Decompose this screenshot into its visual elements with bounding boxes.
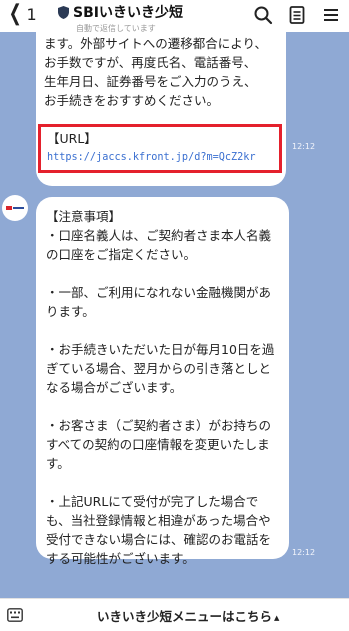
- avatar[interactable]: [2, 195, 28, 221]
- rich-menu-bar[interactable]: いきいき少短メニューはこちら ▲: [0, 598, 349, 631]
- chat-title: SBIいきいき少短: [73, 5, 183, 21]
- triangle-up-icon: ▲: [274, 613, 280, 622]
- url-label: 【URL】: [47, 131, 97, 146]
- message-line: お手続きをおすすめください。: [44, 93, 220, 108]
- back-button[interactable]: ❮ 1: [6, 3, 37, 25]
- message-line: ます。外部サイトへの遷移都合により、: [44, 36, 268, 51]
- notes-icon[interactable]: [287, 5, 307, 25]
- sbi-logo-icon: [6, 206, 24, 210]
- chat-title-area[interactable]: SBIいきいき少短 自動で返信しています: [58, 2, 183, 34]
- message-bubble: 【注意事項】 ・口座名義人は、ご契約者さま本人名義の口座をご指定ください。 ・一…: [36, 197, 289, 566]
- message-paragraph: ・一部、ご利用になれない金融機関があります。: [46, 285, 272, 319]
- message-time: 12:12: [292, 142, 316, 151]
- message-paragraph: ・お客さま（ご契約者さま）がお持ちのすべての契約の口座情報を変更いたします。: [46, 418, 272, 471]
- message-time: 12:12: [292, 548, 316, 557]
- search-icon[interactable]: [253, 5, 273, 25]
- chat-header: ❮ 1 SBIいきいき少短 自動で返信しています: [0, 0, 349, 34]
- url-link[interactable]: https://jaccs.kfront.jp/d?m=QcZ2kr: [47, 148, 275, 167]
- url-highlight-box: 【URL】 https://jaccs.kfront.jp/d?m=QcZ2kr: [38, 124, 282, 173]
- message-paragraph: ・上記URLにて受付が完了した場合でも、当社登録情報と相違があった場合や受付でき…: [46, 494, 272, 566]
- rich-menu-label: いきいき少短メニューはこちら: [97, 609, 273, 624]
- message-paragraph: 【注意事項】 ・口座名義人は、ご契約者さま本人名義の口座をご指定ください。: [46, 209, 272, 262]
- keyboard-icon[interactable]: [7, 608, 23, 622]
- message-bubble: ます。外部サイトへの遷移都合により、 お手数ですが、再度氏名、電話番号、 生年月…: [36, 32, 286, 186]
- back-count: 1: [26, 4, 37, 24]
- message-line: お手数ですが、再度氏名、電話番号、: [44, 55, 257, 70]
- menu-icon[interactable]: [321, 5, 341, 25]
- message-line: 生年月日、証券番号をご入力のうえ、: [44, 74, 257, 89]
- rich-menu-toggle[interactable]: いきいき少短メニューはこちら ▲: [97, 606, 279, 625]
- message-paragraph: ・お手続きいただいた日が毎月10日を過ぎている場合、翌月からの引き落としとなる場…: [46, 342, 275, 395]
- chevron-left-icon: ❮: [8, 1, 22, 26]
- shield-icon: [58, 5, 69, 19]
- chat-area[interactable]: ます。外部サイトへの遷移都合により、 お手数ですが、再度氏名、電話番号、 生年月…: [0, 32, 349, 598]
